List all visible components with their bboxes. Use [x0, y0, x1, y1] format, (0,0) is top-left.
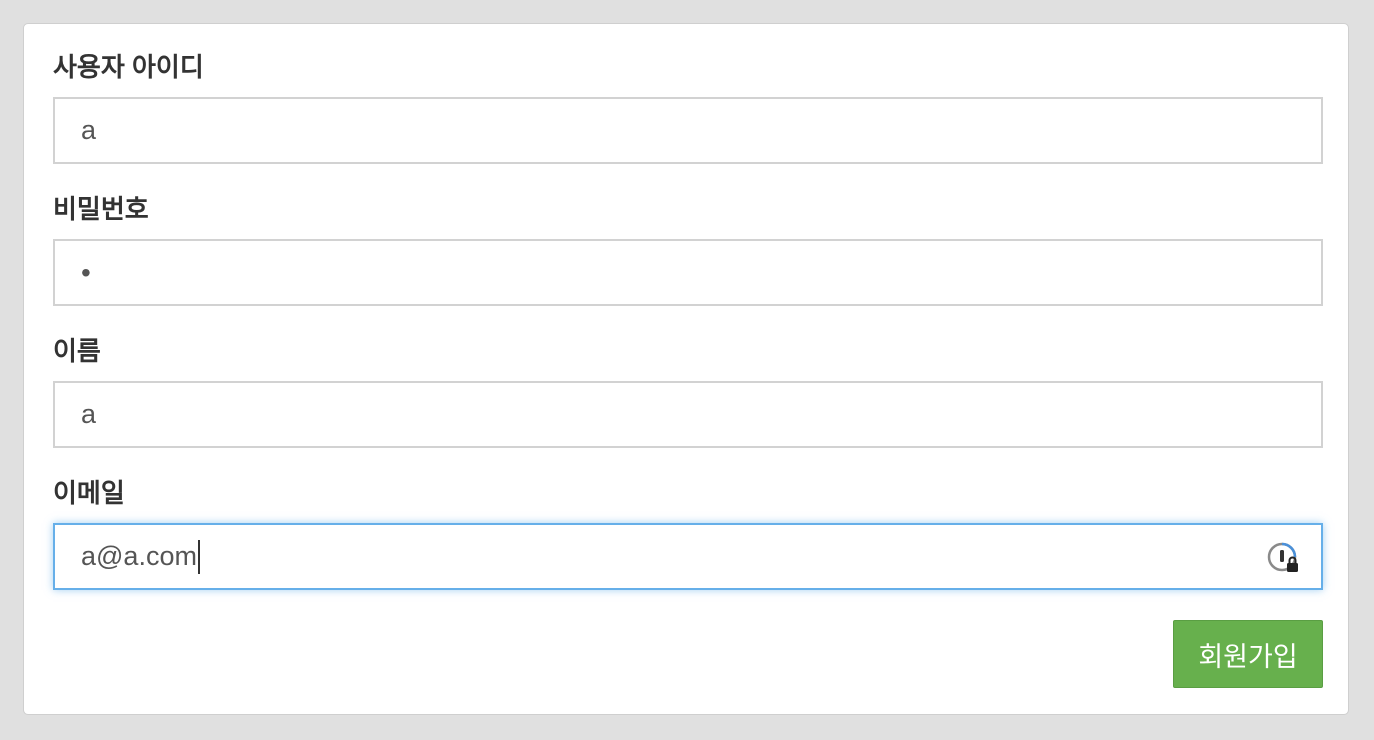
username-value: a [81, 115, 97, 145]
password-manager-lock-icon[interactable] [1267, 542, 1301, 576]
username-input[interactable]: a [53, 97, 1323, 164]
email-value: a@a.com [81, 541, 197, 571]
text-caret [197, 539, 200, 574]
password-masked-value: • [81, 256, 91, 288]
signup-button[interactable]: 회원가입 [1173, 620, 1323, 688]
email-label: 이메일 [53, 478, 125, 508]
email-input[interactable]: a@a.com [53, 523, 1323, 590]
name-value: a [81, 399, 97, 429]
username-label: 사용자 아이디 [53, 52, 204, 82]
name-input[interactable]: a [53, 381, 1323, 448]
password-input[interactable]: • [53, 239, 1323, 306]
signup-form-card: 사용자 아이디 a 비밀번호 • 이름 a 이메일 a@a.com 회원가입 [23, 23, 1349, 715]
password-label: 비밀번호 [53, 194, 149, 224]
name-label: 이름 [53, 336, 101, 366]
